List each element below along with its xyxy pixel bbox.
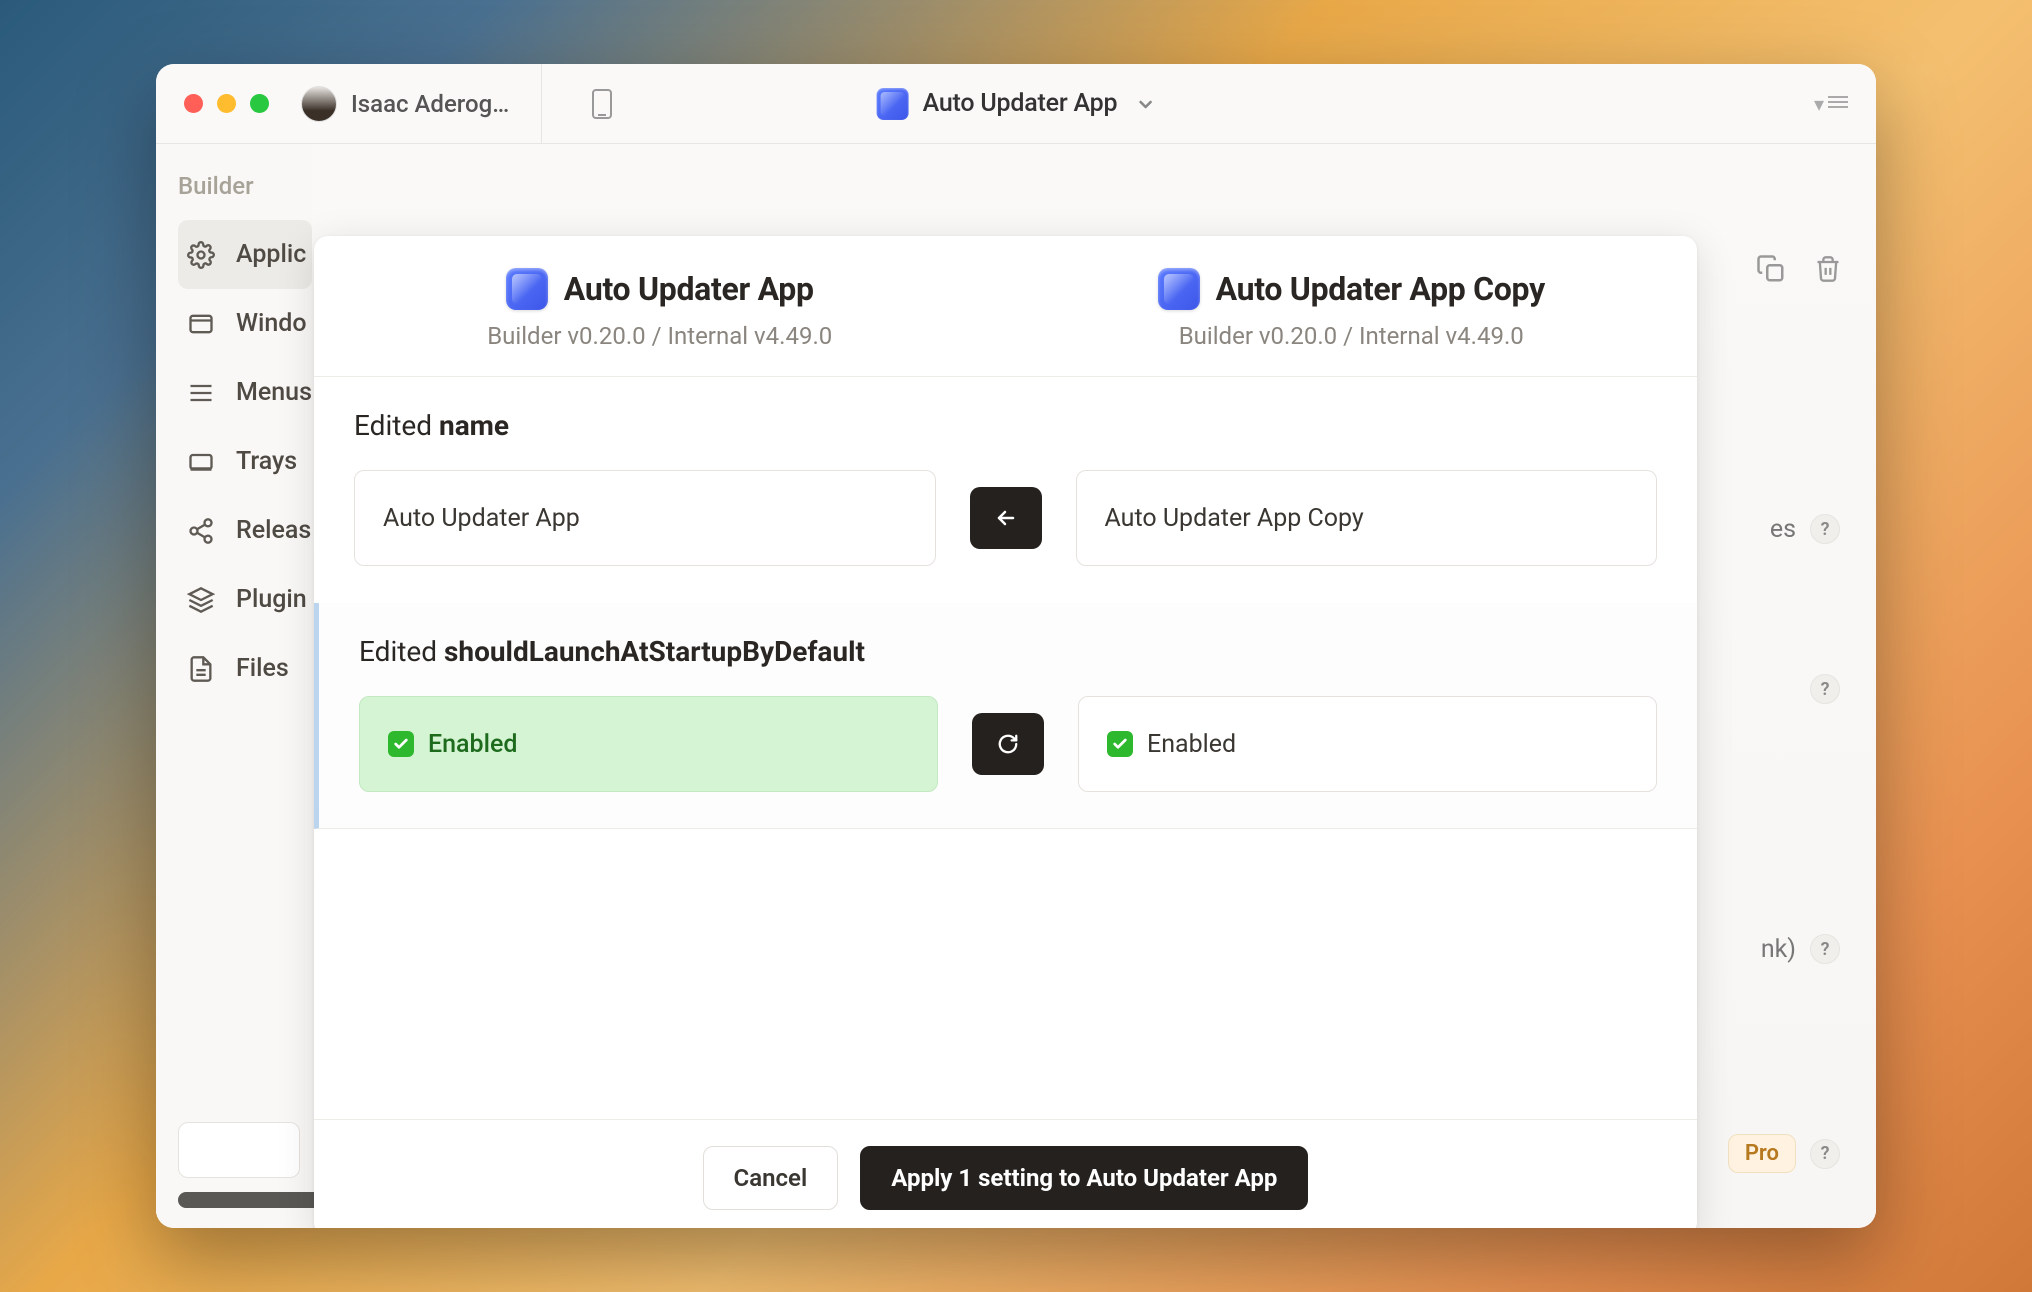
- modal-header-right: Auto Updater App Copy Builder v0.20.0 / …: [1006, 236, 1698, 376]
- user-menu[interactable]: Isaac Aderog…: [301, 86, 509, 122]
- diff-section-launch: Edited shouldLaunchAtStartupByDefault En…: [314, 603, 1697, 829]
- help-icon[interactable]: ?: [1810, 934, 1840, 964]
- sidebar-item-plugins[interactable]: Plugin: [178, 565, 312, 634]
- layers-icon: [186, 585, 216, 615]
- sidebar-toggle[interactable]: ▾: [1814, 92, 1848, 116]
- sidebar-item-label: Releas: [236, 516, 311, 545]
- sidebar-item-windows[interactable]: Windo: [178, 289, 312, 358]
- help-icon[interactable]: ?: [1810, 674, 1840, 704]
- help-icon[interactable]: ?: [1810, 1139, 1840, 1169]
- modal-right-subtitle: Builder v0.20.0 / Internal v4.49.0: [1179, 322, 1524, 350]
- modal-body: Edited name Auto Updater App Auto Update…: [314, 377, 1697, 1119]
- help-icon[interactable]: ?: [1810, 514, 1840, 544]
- maximize-button[interactable]: [250, 94, 269, 113]
- sidebar-item-application[interactable]: Applic: [178, 220, 312, 289]
- share-icon: [186, 516, 216, 546]
- chevron-down-icon: [1135, 94, 1155, 114]
- sidebar-selector[interactable]: [178, 1122, 300, 1178]
- modal-header: Auto Updater App Builder v0.20.0 / Inter…: [314, 236, 1697, 377]
- sidebar-item-label: Applic: [236, 240, 306, 269]
- app-title: Auto Updater App: [923, 89, 1118, 118]
- apply-left-button[interactable]: [970, 487, 1042, 549]
- device-icon[interactable]: [584, 86, 620, 122]
- sidebar: Builder Applic Windo Menus: [156, 144, 312, 1228]
- toolbar-actions: [1756, 254, 1842, 288]
- modal-footer: Cancel Apply 1 setting to Auto Updater A…: [314, 1119, 1697, 1228]
- file-icon: [186, 654, 216, 684]
- modal-right-title: Auto Updater App Copy: [1216, 270, 1545, 308]
- minimize-button[interactable]: [217, 94, 236, 113]
- check-icon: [388, 731, 414, 757]
- sidebar-heading: Builder: [178, 172, 312, 200]
- sidebar-item-label: Plugin: [236, 585, 307, 614]
- diff-right-value: Enabled: [1078, 696, 1657, 792]
- trash-icon[interactable]: [1814, 254, 1842, 288]
- avatar: [301, 86, 337, 122]
- sidebar-item-files[interactable]: Files: [178, 634, 312, 703]
- sidebar-item-releases[interactable]: Releas: [178, 496, 312, 565]
- modal-left-title: Auto Updater App: [564, 270, 814, 308]
- diff-section-name: Edited name Auto Updater App Auto Update…: [314, 377, 1697, 603]
- duplicate-icon[interactable]: [1756, 254, 1786, 288]
- revert-button[interactable]: [972, 713, 1044, 775]
- diff-modal: Auto Updater App Builder v0.20.0 / Inter…: [314, 236, 1697, 1228]
- diff-left-value: Auto Updater App: [354, 470, 936, 566]
- partial-text: nk): [1761, 935, 1796, 964]
- gear-icon: [186, 240, 216, 270]
- check-icon: [1107, 731, 1133, 757]
- app-icon: [506, 268, 548, 310]
- diff-left-value: Enabled: [359, 696, 938, 792]
- sidebar-item-label: Trays: [236, 447, 297, 476]
- divider: [541, 64, 542, 144]
- sidebar-item-label: Files: [236, 654, 289, 683]
- title-center[interactable]: Auto Updater App: [877, 88, 1156, 120]
- diff-right-value: Auto Updater App Copy: [1076, 470, 1658, 566]
- arrow-left-icon: [994, 506, 1018, 530]
- modal-left-subtitle: Builder v0.20.0 / Internal v4.49.0: [487, 322, 832, 350]
- body: Builder Applic Windo Menus: [156, 144, 1876, 1228]
- tray-icon: [186, 447, 216, 477]
- titlebar: Isaac Aderog… Auto Updater App ▾: [156, 64, 1876, 144]
- revert-icon: [997, 733, 1019, 755]
- close-button[interactable]: [184, 94, 203, 113]
- diff-heading: Edited name: [354, 409, 1657, 442]
- traffic-lights: [184, 94, 269, 113]
- app-icon: [1158, 268, 1200, 310]
- sidebar-item-trays[interactable]: Trays: [178, 427, 312, 496]
- menu-icon: [186, 378, 216, 408]
- user-name: Isaac Aderog…: [351, 90, 509, 118]
- apply-button[interactable]: Apply 1 setting to Auto Updater App: [860, 1146, 1308, 1210]
- app-icon: [877, 88, 909, 120]
- sidebar-item-menus[interactable]: Menus: [178, 358, 312, 427]
- partial-text: es: [1770, 515, 1796, 544]
- modal-header-left: Auto Updater App Builder v0.20.0 / Inter…: [314, 236, 1006, 376]
- app-window: Isaac Aderog… Auto Updater App ▾ Builder…: [156, 64, 1876, 1228]
- diff-heading: Edited shouldLaunchAtStartupByDefault: [359, 635, 1657, 668]
- pro-badge: Pro: [1728, 1134, 1796, 1173]
- cancel-button[interactable]: Cancel: [703, 1146, 839, 1210]
- sidebar-bottom: [178, 1122, 312, 1228]
- sidebar-item-label: Menus: [236, 378, 312, 407]
- window-icon: [186, 309, 216, 339]
- sidebar-item-label: Windo: [236, 309, 307, 338]
